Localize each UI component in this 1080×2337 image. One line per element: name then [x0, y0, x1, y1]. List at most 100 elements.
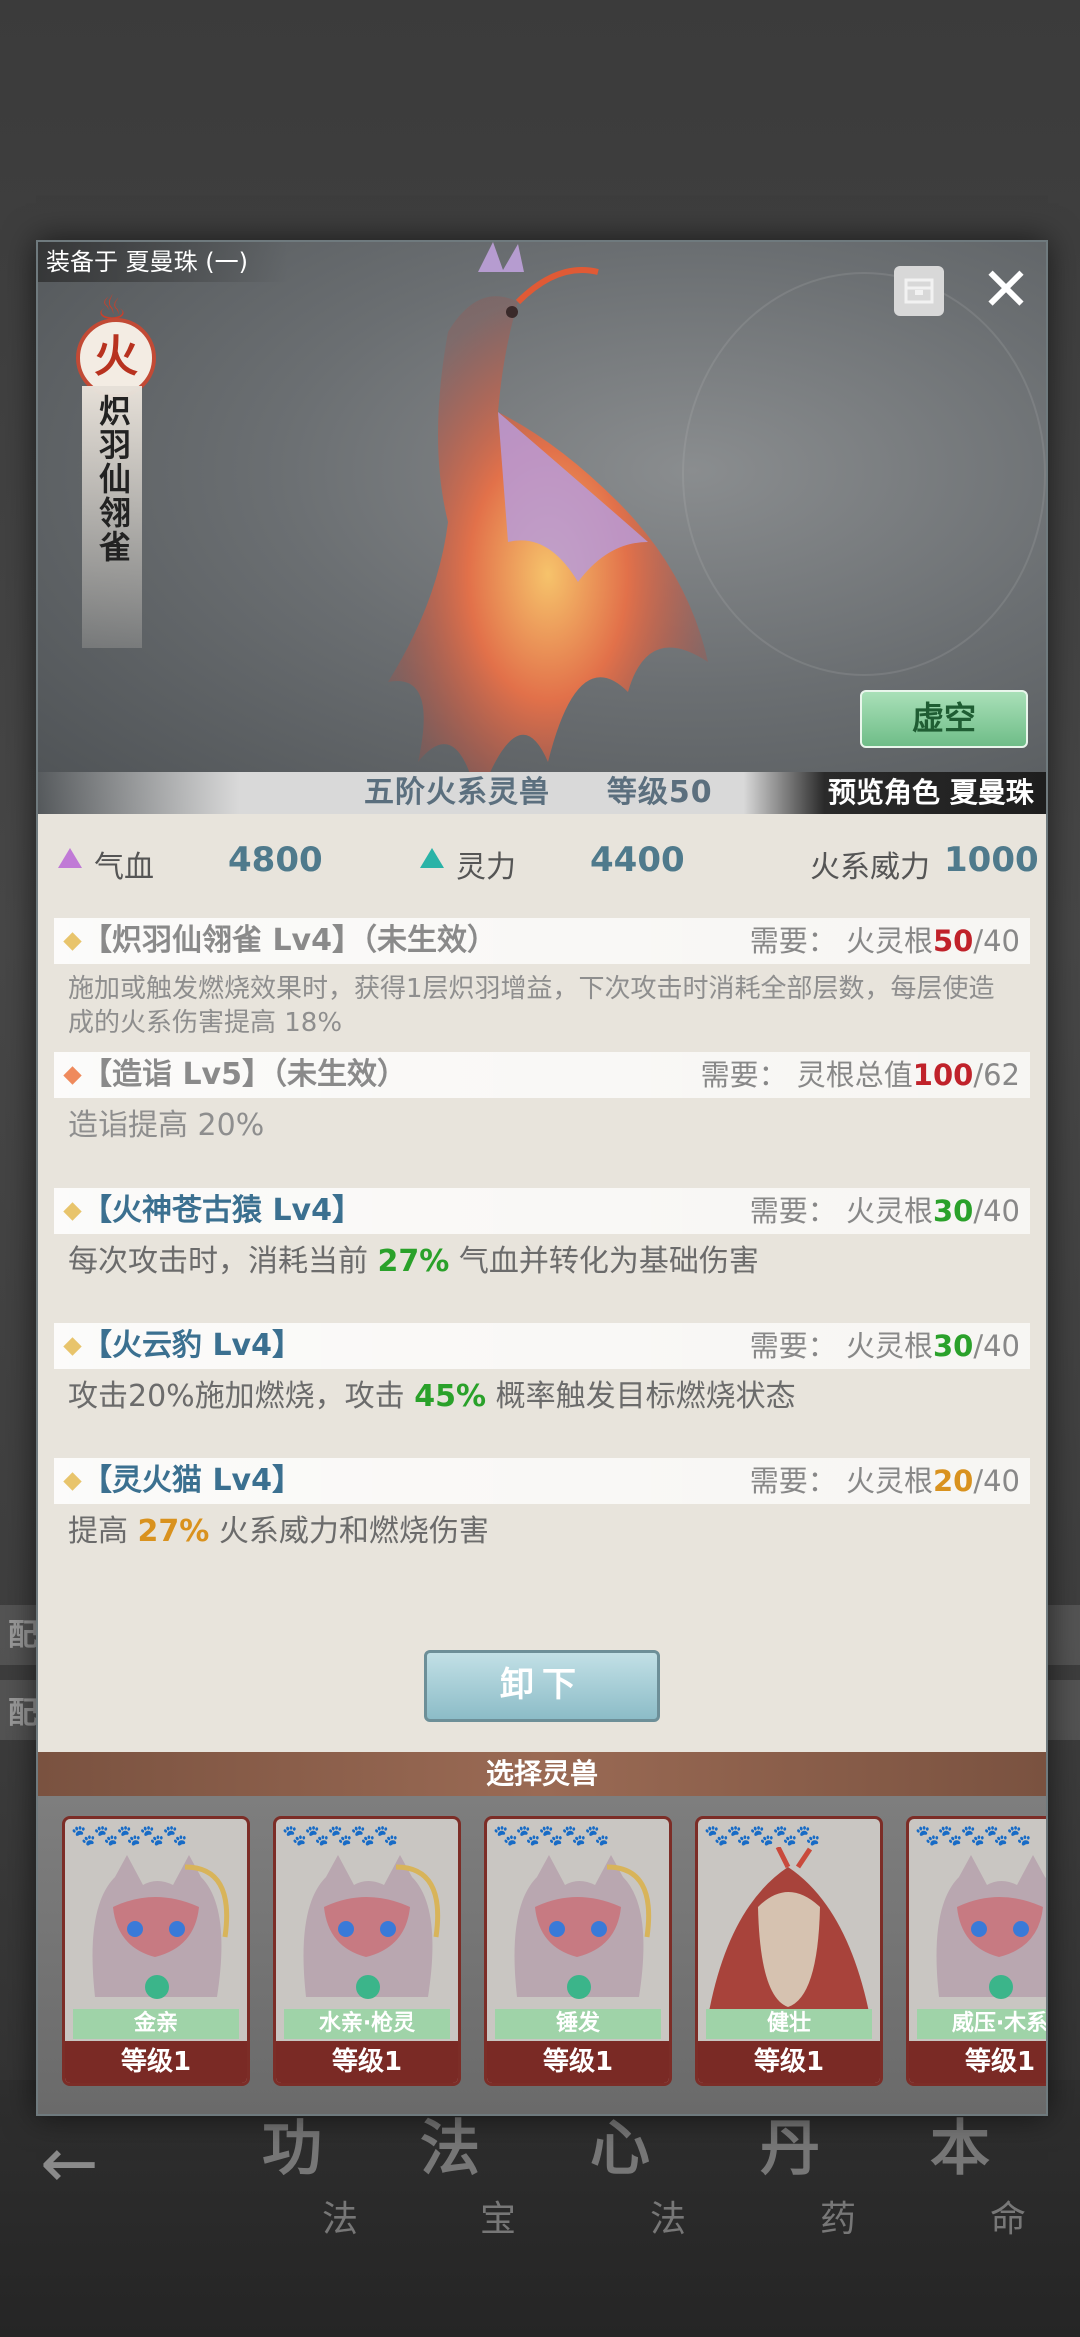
card-skill-label: 健壮	[706, 2009, 872, 2039]
requirement-current: 50	[932, 924, 974, 958]
skill-title: 【火云豹 Lv4】	[82, 1328, 302, 1363]
element-badge: ♨ 火 炽羽仙翎雀	[64, 288, 160, 658]
cat-beast-icon	[936, 1855, 1046, 1999]
requirement-max: /40	[973, 924, 1020, 958]
sp-triangle-icon	[420, 848, 444, 868]
description-highlight: 27%	[137, 1514, 210, 1549]
card-level: 等级1	[909, 2041, 1046, 2083]
preview-role-label: 预览角色 夏曼珠	[828, 776, 1034, 809]
skill-title: 【灵火猫 Lv4】	[82, 1463, 302, 1498]
requirement-text: 需要： 灵根总值	[700, 1058, 913, 1092]
skill-description: 攻击20%施加燃烧，攻击 45% 概率触发目标燃烧状态	[68, 1377, 1018, 1417]
card-level: 等级1	[487, 2041, 669, 2083]
back-arrow-icon[interactable]: ←	[40, 2128, 130, 2198]
nav-item-gongfa[interactable]: 功 法	[262, 2100, 412, 2300]
requirement-text: 需要： 火灵根	[749, 1194, 933, 1228]
requirement-max: /40	[973, 1194, 1020, 1228]
requirement-current: 100	[912, 1058, 974, 1092]
diamond-icon	[63, 1066, 82, 1085]
requirement-max: /40	[973, 1464, 1020, 1498]
nav-item-danyao[interactable]: 丹 药	[760, 2100, 910, 2300]
equipped-on-label: 装备于 夏曼珠 (一)	[38, 242, 288, 282]
fire-power-value: 1000	[944, 840, 1039, 880]
skill-description: 造诣提高 20%	[68, 1108, 265, 1143]
requirement-text: 需要： 火灵根	[749, 1464, 933, 1498]
beast-card[interactable]: 🐾🐾🐾🐾🐾 锤发 等级1	[484, 1816, 672, 2086]
void-button[interactable]: 虚空	[860, 690, 1028, 748]
beast-tier-level: 五阶火系灵兽 等级50	[364, 772, 713, 814]
beast-hero: 装备于 夏曼珠 (一) ♨ 火 炽羽仙翎雀 ✕ 虚空 五阶火系灵兽 等级50 预…	[38, 242, 1046, 814]
description-text: 攻击20%施加燃烧，攻击	[68, 1379, 415, 1414]
hp-label: 气血	[94, 850, 154, 885]
rarity-paws-icon: 🐾🐾🐾🐾🐾	[493, 1823, 610, 1847]
beast-card-list[interactable]: 🐾🐾🐾🐾🐾 金亲 等级1 🐾🐾🐾🐾🐾 水亲·枪灵 等级1 🐾🐾🐾🐾🐾 锤发 等级…	[38, 1796, 1046, 2114]
beast-card[interactable]: 🐾🐾🐾🐾🐾 水亲·枪灵 等级1	[273, 1816, 461, 2086]
diamond-icon	[63, 1472, 82, 1491]
bottom-nav: ← 功 法 法 宝 心 法 丹 药 本 命	[0, 2080, 1080, 2337]
description-text: 火系威力和燃烧伤害	[209, 1514, 489, 1549]
skill-requirement: 需要： 火灵根50/40	[750, 922, 1020, 960]
skill-description: 施加或触发燃烧效果时，获得1层炽羽增益，下次攻击时消耗全部层数，每层使造成的火系…	[68, 974, 995, 1038]
skill-description: 提高 27% 火系威力和燃烧伤害	[68, 1512, 1018, 1552]
requirement-text: 需要： 火灵根	[749, 1329, 933, 1363]
nav-item-subtitle: 法	[322, 2199, 359, 2240]
diamond-icon	[63, 1202, 82, 1221]
cat-beast-icon	[92, 1855, 230, 1999]
card-level: 等级1	[698, 2041, 880, 2083]
description-highlight: 27%	[377, 1244, 450, 1279]
skill-header: 【火神苍古猿 Lv4】 需要： 火灵根30/40	[54, 1188, 1030, 1234]
requirement-max: /40	[973, 1329, 1020, 1363]
requirement-text: 需要： 火灵根	[749, 924, 933, 958]
close-icon[interactable]: ✕	[978, 260, 1034, 320]
beast-card[interactable]: 🐾🐾🐾🐾🐾 健壮 等级1	[695, 1816, 883, 2086]
crimson-beast-icon	[708, 1847, 870, 2017]
requirement-current: 20	[932, 1464, 974, 1498]
skill-title: 【火神苍古猿 Lv4】	[82, 1193, 362, 1228]
preview-card-icon[interactable]	[894, 266, 944, 316]
skill-title: 【造诣 Lv5】（未生效）	[82, 1057, 407, 1092]
description-highlight: 45%	[414, 1379, 487, 1414]
diamond-icon	[63, 1337, 82, 1356]
skill-title: 【炽羽仙翎雀 Lv4】（未生效）	[82, 923, 497, 958]
nav-item-fabao[interactable]: 法 宝	[420, 2100, 570, 2300]
hp-triangle-icon	[58, 848, 82, 868]
spirit-beast-detail-dialog: 装备于 夏曼珠 (一) ♨ 火 炽羽仙翎雀 ✕ 虚空 五阶火系灵兽 等级50 预…	[36, 240, 1048, 2116]
phoenix-illustration	[388, 242, 708, 802]
skill-description: 每次攻击时，消耗当前 27% 气血并转化为基础伤害	[68, 1242, 1018, 1282]
rarity-paws-icon: 🐾🐾🐾🐾🐾	[71, 1823, 188, 1847]
description-text: 概率触发目标燃烧状态	[486, 1379, 796, 1414]
beast-level: 等级50	[606, 775, 713, 810]
card-skill-label: 金亲	[73, 2009, 239, 2039]
fire-power-label: 火系威力	[810, 850, 930, 885]
nav-item-subtitle: 药	[820, 2199, 857, 2240]
beast-card[interactable]: 🐾🐾🐾🐾🐾 威压·木系 等级1	[906, 1816, 1046, 2086]
hp-value: 4800	[228, 840, 323, 880]
card-level: 等级1	[65, 2041, 247, 2083]
nav-item-subtitle: 法	[650, 2199, 687, 2240]
skill-requirement: 需要： 灵根总值100/62	[701, 1056, 1020, 1094]
skill-header: 【灵火猫 Lv4】 需要： 火灵根20/40	[54, 1458, 1030, 1504]
nav-item-xinfa[interactable]: 心 法	[590, 2100, 740, 2300]
requirement-current: 30	[932, 1194, 974, 1228]
card-skill-label: 威压·木系	[917, 2009, 1046, 2039]
card-level: 等级1	[276, 2041, 458, 2083]
diamond-icon	[63, 932, 82, 951]
nav-item-benming[interactable]: 本 命	[930, 2100, 1080, 2300]
skill-header: 【炽羽仙翎雀 Lv4】（未生效） 需要： 火灵根50/40	[54, 918, 1030, 964]
requirement-max: /62	[973, 1058, 1020, 1092]
sp-label: 灵力	[456, 850, 516, 885]
skill-header: 【造诣 Lv5】（未生效） 需要： 灵根总值100/62	[54, 1052, 1030, 1098]
requirement-current: 30	[932, 1329, 974, 1363]
description-text: 气血并转化为基础伤害	[449, 1244, 759, 1279]
rarity-paws-icon: 🐾🐾🐾🐾🐾	[915, 1823, 1032, 1847]
skill-requirement: 需要： 火灵根30/40	[750, 1327, 1020, 1365]
stats-row: 气血 4800 灵力 4400 火系威力 1000	[38, 834, 1046, 890]
rarity-paws-icon: 🐾🐾🐾🐾🐾	[704, 1823, 821, 1847]
card-skill-label: 锤发	[495, 2009, 661, 2039]
unequip-button[interactable]: 卸下	[424, 1650, 660, 1722]
nav-item-subtitle: 宝	[480, 2199, 517, 2240]
beast-tier: 五阶火系灵兽	[364, 775, 550, 810]
rarity-paws-icon: 🐾🐾🐾🐾🐾	[282, 1823, 399, 1847]
beast-card[interactable]: 🐾🐾🐾🐾🐾 金亲 等级1	[62, 1816, 250, 2086]
sp-value: 4400	[590, 840, 685, 880]
